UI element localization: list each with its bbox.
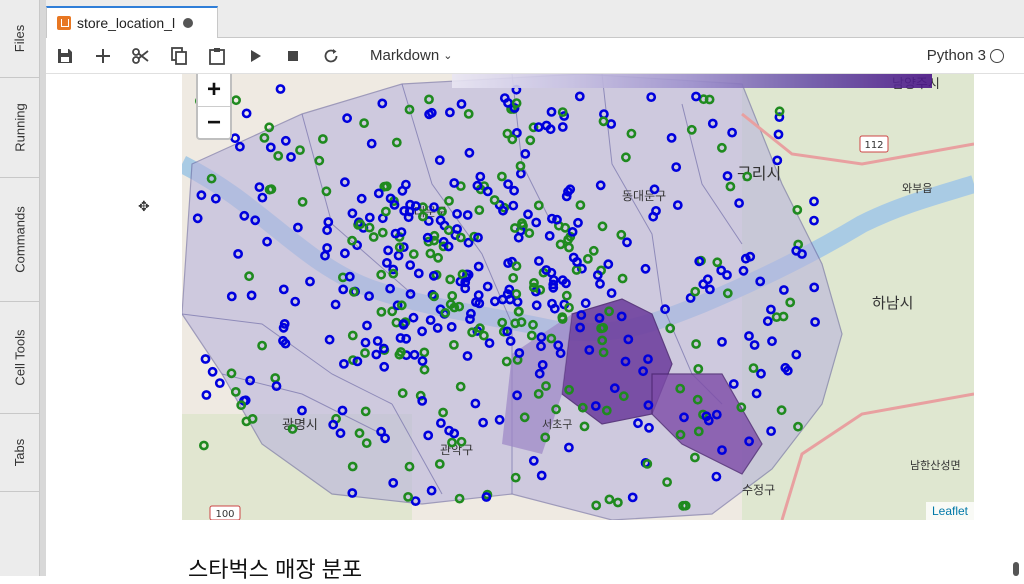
map-canvas[interactable]: 구리시 하남시 광명시 수정구 남한산성면 관악구 대문구 동대문구 와부읍 서… [182,74,974,520]
add-cell-icon [96,48,110,63]
markdown-heading: 스타벅스 매장 분포 [188,557,363,582]
copy-icon [171,46,187,65]
notebook-icon [57,16,71,30]
copy-button[interactable] [160,38,198,74]
paste-button[interactable] [198,38,236,74]
cell-type-select[interactable]: Markdown ⌄ [370,47,452,64]
tab-strip [218,0,1024,38]
map-label-hanam: 하남시 [872,294,913,312]
sidebar-tab-label: Commands [12,206,28,273]
save-icon [58,48,72,63]
document-tab-title: store_location_l [77,15,176,31]
kernel-name[interactable]: Python 3 [927,47,986,64]
road-number-112: 112 [864,140,883,151]
map-label-seocho: 서초구 [542,418,572,431]
left-sidebar: Files Running Commands Cell Tools Tabs [0,0,40,576]
map-label-namhansan: 남한산성면 [910,459,961,472]
map-label-gwanak: 관악구 [440,443,473,457]
map-label-wabu: 와부읍 [902,182,932,195]
run-icon [251,49,261,62]
sidebar-tab-label: Tabs [12,438,28,467]
map-attribution-link[interactable]: Leaflet [925,502,974,520]
sidebar-tab-commands[interactable]: Commands [0,178,40,302]
sidebar-tab-running[interactable]: Running [0,78,40,178]
cell-type-label: Markdown [370,47,440,64]
kernel-status-icon [990,49,1004,63]
map-label-gwangmyeong: 광명시 [282,418,318,433]
sidebar-tab-label: Running [12,103,28,152]
restart-button[interactable] [312,38,350,74]
zoom-in-button[interactable]: + [198,74,230,106]
folium-map[interactable]: 구리시 하남시 광명시 수정구 남한산성면 관악구 대문구 동대문구 와부읍 서… [182,74,974,520]
chevron-down-icon: ⌄ [443,50,453,62]
document-tab[interactable]: store_location_l [46,6,218,38]
stop-button[interactable] [274,38,312,74]
run-button[interactable] [236,38,274,74]
color-scale-legend [452,74,932,88]
paste-icon [209,47,225,65]
road-number-100: 100 [215,509,234,520]
sidebar-tab-tabs[interactable]: Tabs [0,414,40,492]
unsaved-indicator-icon[interactable] [183,18,194,28]
sidebar-tab-label: Files [12,24,28,53]
restart-icon [324,48,338,62]
stop-icon [288,50,298,61]
save-button[interactable] [46,38,84,74]
map-label-dongdaemun: 동대문구 [622,189,666,203]
zoom-control: + − [196,74,232,140]
cut-icon [132,47,149,64]
notebook-scrollbar[interactable] [1010,74,1024,576]
move-cursor-icon: ✥ [138,198,150,214]
map-label-sujeong: 수정구 [742,483,775,497]
notebook-toolbar: Markdown ⌄ Python 3 [46,38,1024,74]
sidebar-tab-files[interactable]: Files [0,0,40,78]
add-cell-button[interactable] [84,38,122,74]
sidebar-tab-label: Cell Tools [12,329,28,386]
sidebar-tab-cell-tools[interactable]: Cell Tools [0,302,40,414]
cut-button[interactable] [122,38,160,74]
scrollbar-thumb[interactable] [1013,562,1019,576]
zoom-out-button[interactable]: − [198,106,230,138]
